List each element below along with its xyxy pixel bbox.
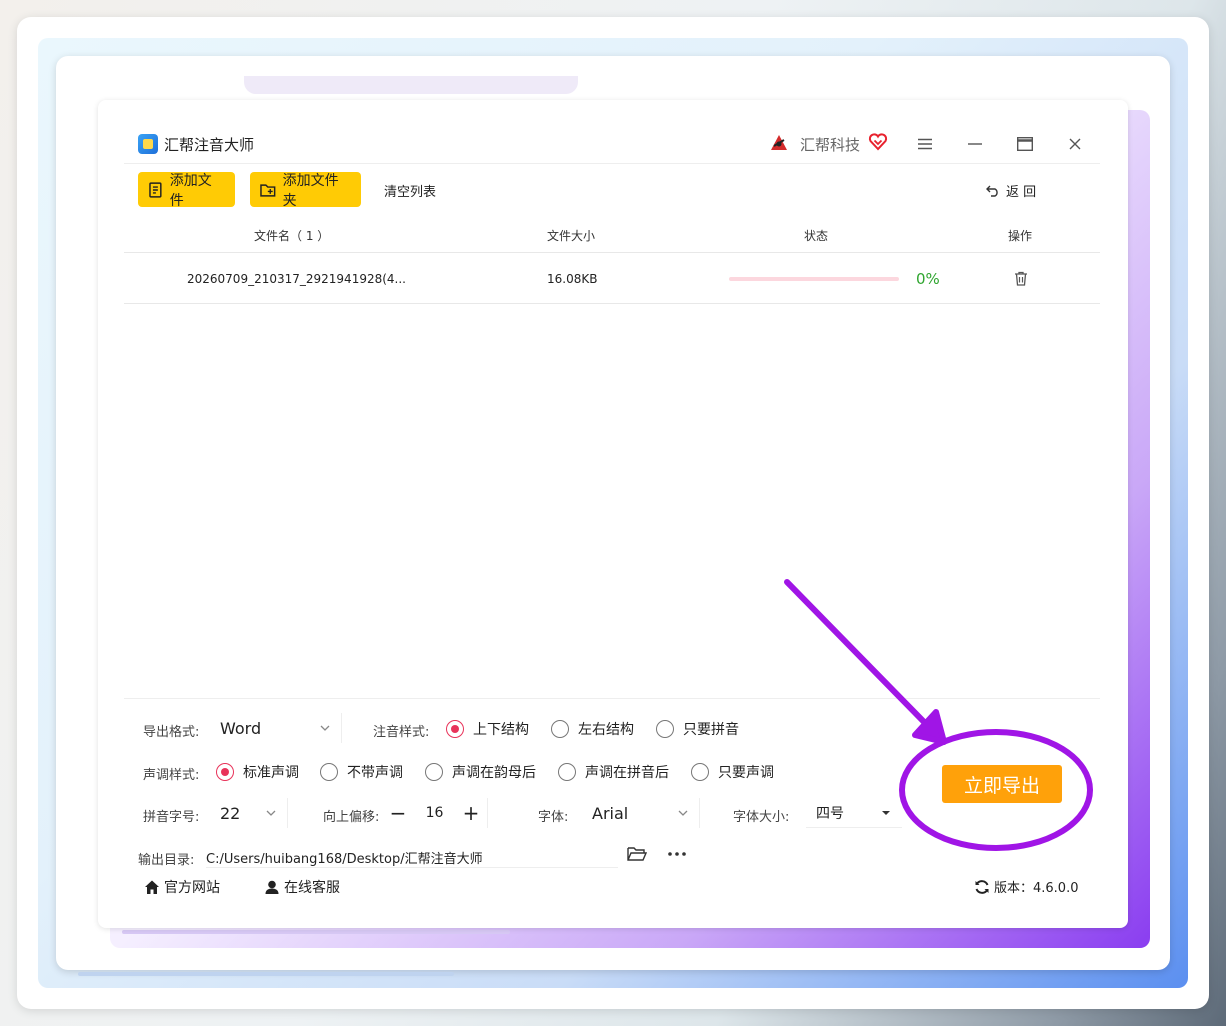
back-button[interactable]: 返 回 (986, 181, 1036, 200)
offset-stepper[interactable]: − 16 + (388, 798, 488, 828)
radio-label: 只要拼音 (683, 722, 739, 738)
minimize-icon[interactable] (963, 132, 987, 156)
font-size-label: 字体大小: (733, 810, 790, 825)
add-file-button[interactable]: 添加文件 (138, 172, 235, 209)
brand-logo-icon (771, 135, 787, 150)
export-format-value: Word (220, 718, 262, 738)
radio-no-tone[interactable]: 不带声调 (320, 762, 403, 782)
app-window: 汇帮注音大师 汇帮科技 添加文件 添加文件夹 清空列表 返 回 文件名（ 1 ）… (98, 100, 1128, 928)
official-website-label: 官方网站 (164, 880, 220, 896)
clear-list-button[interactable]: 清空列表 (384, 181, 436, 200)
add-folder-button[interactable]: 添加文件夹 (250, 172, 361, 209)
radio-standard-tone[interactable]: 标准声调 (216, 762, 299, 782)
export-now-button[interactable]: 立即导出 (942, 765, 1062, 803)
radio-tone-after-pinyin[interactable]: 声调在拼音后 (558, 762, 669, 782)
output-dir-field[interactable]: C:/Users/huibang168/Desktop/汇帮注音大师 (206, 842, 618, 868)
radio-label: 不带声调 (347, 765, 403, 781)
radio-label: 声调在韵母后 (452, 765, 536, 781)
pinyin-size-label: 拼音字号: (143, 810, 200, 825)
output-dir-label: 输出目录: (138, 853, 195, 868)
col-filename: 文件名（ 1 ） (254, 229, 330, 243)
background-tab-ghost (244, 76, 578, 94)
delete-icon[interactable] (1014, 271, 1028, 286)
close-icon[interactable] (1063, 132, 1087, 156)
col-status: 状态 (804, 229, 829, 243)
radio-tone-after-final[interactable]: 声调在韵母后 (425, 762, 536, 782)
menu-icon[interactable] (913, 132, 937, 156)
background-line-2 (122, 930, 510, 934)
version-info[interactable]: 版本：4.6.0.0 (974, 877, 1078, 896)
background-line (78, 972, 454, 976)
back-label: 返 回 (1006, 185, 1037, 200)
font-size-select[interactable]: 四号 (806, 798, 902, 828)
phonetic-style-label: 注音样式: (373, 725, 430, 740)
progress-percent: 0% (916, 270, 940, 288)
app-title: 汇帮注音大师 (164, 136, 255, 154)
maximize-icon[interactable] (1013, 132, 1037, 156)
file-size: 16.08KB (547, 272, 598, 286)
radio-pinyin-only[interactable]: 只要拼音 (656, 719, 739, 739)
font-label: 字体: (538, 810, 569, 825)
export-format-select[interactable]: Word (210, 713, 342, 743)
chevron-down-icon (678, 810, 688, 816)
home-icon (145, 880, 159, 894)
radio-top-bottom[interactable]: 上下结构 (446, 719, 529, 739)
radio-label: 上下结构 (473, 722, 529, 738)
add-folder-icon (260, 183, 276, 197)
col-filesize: 文件大小 (547, 229, 596, 243)
font-select[interactable]: Arial (582, 798, 700, 828)
radio-label: 左右结构 (578, 722, 634, 738)
table-row[interactable]: 20260709_210317_2921941928(4... 16.08KB … (124, 254, 1100, 304)
chevron-down-icon (266, 810, 276, 816)
radio-label: 只要声调 (718, 765, 774, 781)
table-header: 文件名（ 1 ） 文件大小 状态 操作 (124, 218, 1100, 253)
refresh-icon (975, 879, 989, 894)
radio-left-right[interactable]: 左右结构 (551, 719, 634, 739)
version-label: 版本：4.6.0.0 (994, 881, 1079, 896)
add-folder-label: 添加文件夹 (282, 172, 339, 209)
radio-label: 标准声调 (243, 765, 299, 781)
font-size-value: 四号 (816, 805, 844, 822)
title-divider (124, 163, 1100, 164)
official-website-link[interactable]: 官方网站 (144, 877, 220, 897)
title-bar: 汇帮注音大师 汇帮科技 (98, 100, 1128, 164)
export-format-label: 导出格式: (143, 725, 200, 740)
col-actions: 操作 (1008, 229, 1033, 243)
radio-label: 声调在拼音后 (585, 765, 669, 781)
vip-heart-icon[interactable] (868, 132, 888, 152)
font-value: Arial (592, 803, 629, 823)
add-file-label: 添加文件 (169, 172, 212, 209)
progress-bar (729, 277, 899, 281)
offset-value[interactable]: 16 (426, 805, 444, 821)
offset-label: 向上偏移: (323, 810, 380, 825)
minus-icon[interactable]: − (388, 801, 408, 825)
chevron-down-icon (320, 725, 330, 731)
pinyin-size-value: 22 (220, 803, 241, 823)
back-arrow-icon (986, 185, 998, 197)
radio-tone-only[interactable]: 只要声调 (691, 762, 774, 782)
app-logo-icon (138, 134, 158, 154)
pinyin-size-select[interactable]: 22 (210, 798, 288, 828)
folder-open-icon[interactable] (627, 846, 647, 862)
file-name: 20260709_210317_2921941928(4... (187, 272, 406, 286)
plus-icon[interactable]: + (461, 801, 481, 825)
settings-divider (124, 698, 1100, 699)
more-icon[interactable] (668, 852, 686, 856)
tone-style-label: 声调样式: (143, 768, 200, 783)
add-file-icon (149, 181, 162, 198)
support-icon (265, 880, 279, 894)
caret-down-icon (882, 811, 890, 815)
online-support-label: 在线客服 (284, 880, 340, 896)
online-support-link[interactable]: 在线客服 (264, 877, 340, 897)
brand-name[interactable]: 汇帮科技 (800, 134, 860, 155)
